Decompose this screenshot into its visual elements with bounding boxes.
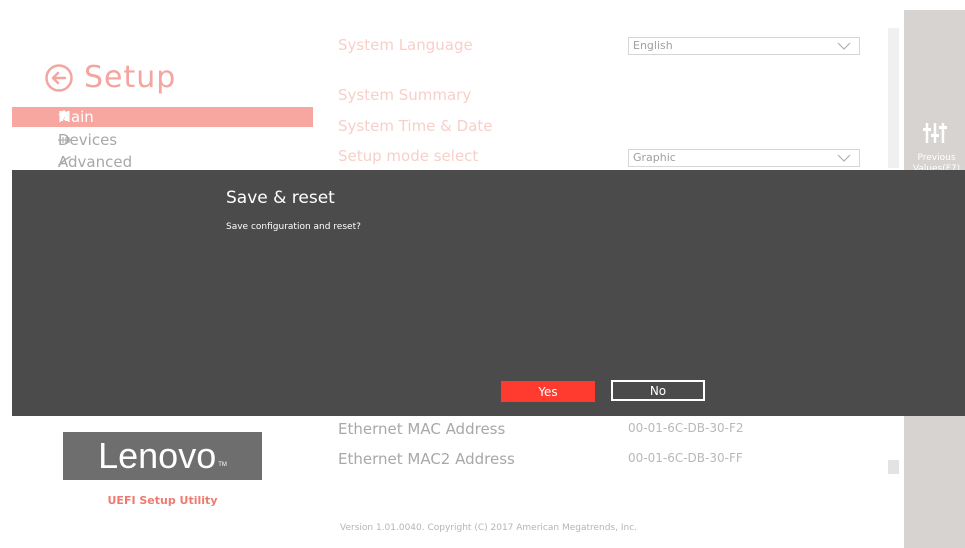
system-summary-link[interactable]: System Summary bbox=[338, 86, 471, 104]
version-footer: Version 1.01.0040. Copyright (C) 2017 Am… bbox=[340, 523, 638, 533]
sidebar-item-main[interactable]: Main bbox=[12, 107, 313, 127]
system-language-select[interactable]: English bbox=[628, 37, 860, 55]
sidebar-item-advanced[interactable]: Advanced bbox=[12, 152, 313, 172]
devices-icon bbox=[12, 133, 71, 147]
setup-mode-label[interactable]: Setup mode select bbox=[338, 147, 478, 165]
sidebar-item-label: Devices bbox=[58, 131, 118, 149]
setup-mode-value: Graphic bbox=[633, 151, 676, 164]
dialog-message: Save configuration and reset? bbox=[226, 222, 361, 232]
setup-mode-select[interactable]: Graphic bbox=[628, 149, 860, 167]
ethernet-mac-value: 00-01-6C-DB-30-F2 bbox=[628, 421, 744, 435]
save-reset-dialog bbox=[12, 170, 965, 416]
lenovo-logo: Lenovo TM bbox=[63, 432, 262, 480]
setup-title-text: Setup bbox=[84, 60, 177, 95]
sidebar-item-devices[interactable]: Devices bbox=[12, 130, 313, 150]
scrollbar-thumb[interactable] bbox=[888, 460, 899, 474]
ethernet-mac-label: Ethernet MAC Address bbox=[338, 420, 506, 438]
logo-text: Lenovo bbox=[98, 435, 217, 476]
ethernet-mac2-value: 00-01-6C-DB-30-FF bbox=[628, 451, 743, 465]
system-language-label[interactable]: System Language bbox=[338, 36, 473, 54]
yes-button[interactable]: Yes bbox=[501, 381, 595, 402]
chevron-down-icon bbox=[837, 42, 851, 50]
chevron-down-icon bbox=[837, 154, 851, 162]
wrench-icon bbox=[12, 155, 71, 169]
page-title: Setup bbox=[44, 60, 176, 95]
back-arrow-circle-icon[interactable] bbox=[44, 63, 74, 93]
uefi-utility-label: UEFI Setup Utility bbox=[107, 494, 218, 507]
ethernet-mac2-label: Ethernet MAC2 Address bbox=[338, 450, 515, 468]
system-language-value: English bbox=[633, 39, 673, 52]
no-button[interactable]: No bbox=[611, 380, 705, 401]
sliders-icon[interactable] bbox=[922, 120, 948, 146]
sidebar-item-label: Main bbox=[58, 108, 94, 126]
scrollbar-track[interactable] bbox=[888, 28, 899, 168]
home-icon bbox=[12, 110, 70, 124]
sidebar-item-label: Advanced bbox=[58, 153, 133, 171]
dialog-title: Save & reset bbox=[226, 188, 335, 208]
system-time-date-link[interactable]: System Time & Date bbox=[338, 117, 493, 135]
logo-trademark: TM bbox=[218, 462, 227, 468]
